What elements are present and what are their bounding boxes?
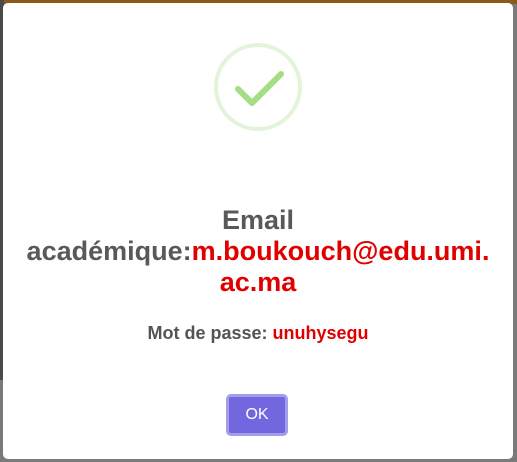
credentials-dialog: Email académique:m.boukouch@edu.umi.ac.m… — [3, 3, 513, 459]
password-value: unuhysegu — [272, 323, 369, 343]
password-label: Mot de passe: — [147, 323, 268, 343]
success-check-icon — [214, 43, 302, 131]
dialog-title: Email académique:m.boukouch@edu.umi.ac.m… — [21, 205, 495, 298]
checkmark-icon — [235, 71, 284, 106]
dialog-content: Mot de passe: unuhysegu — [21, 321, 495, 345]
ok-button[interactable]: OK — [226, 394, 288, 436]
email-value: m.boukouch@edu.umi.ac.ma — [191, 236, 490, 297]
